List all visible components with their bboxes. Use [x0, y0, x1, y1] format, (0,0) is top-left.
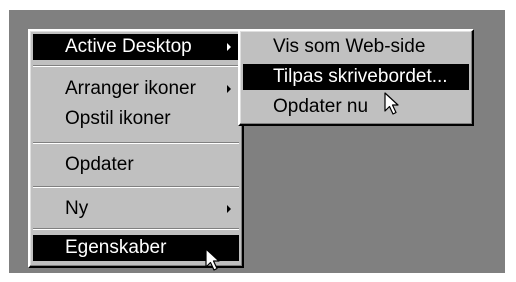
- menu-item-active-desktop[interactable]: Active Desktop: [33, 34, 239, 60]
- menu-item-label: Active Desktop: [65, 36, 192, 57]
- submenu-item-tilpas-skrivebordet[interactable]: Tilpas skrivebordet...: [243, 64, 469, 90]
- menu-item-ny[interactable]: Ny: [33, 196, 239, 222]
- menu-item-opstil-ikoner[interactable]: Opstil ikoner: [33, 106, 239, 132]
- menu-item-arranger-ikoner[interactable]: Arranger ikoner: [33, 76, 239, 102]
- menu-item-label: Vis som Web-side: [273, 36, 426, 57]
- menu-separator: [33, 186, 239, 188]
- desktop-context-menu: Active Desktop Arranger ikoner Opstil ik…: [28, 29, 244, 268]
- menu-item-label: Egenskaber: [65, 237, 167, 258]
- menu-separator: [33, 65, 239, 67]
- menu-item-egenskaber[interactable]: Egenskaber: [33, 235, 239, 261]
- submenu-arrow-icon: [227, 205, 231, 213]
- menu-item-opdater[interactable]: Opdater: [33, 152, 239, 178]
- menu-separator: [33, 142, 239, 144]
- menu-item-label: Opstil ikoner: [65, 108, 171, 129]
- menu-separator: [33, 228, 239, 230]
- menu-item-label: Opdater: [65, 154, 134, 175]
- submenu-arrow-icon: [227, 85, 231, 93]
- submenu-item-vis-som-web-side[interactable]: Vis som Web-side: [243, 34, 469, 60]
- active-desktop-submenu: Vis som Web-side Tilpas skrivebordet... …: [238, 29, 474, 126]
- menu-item-label: Arranger ikoner: [65, 78, 196, 99]
- menu-item-label: Ny: [65, 198, 89, 219]
- submenu-item-opdater-nu[interactable]: Opdater nu: [243, 94, 469, 120]
- menu-item-label: Tilpas skrivebordet...: [273, 66, 448, 87]
- submenu-arrow-icon: [227, 43, 231, 51]
- menu-item-label: Opdater nu: [273, 96, 369, 117]
